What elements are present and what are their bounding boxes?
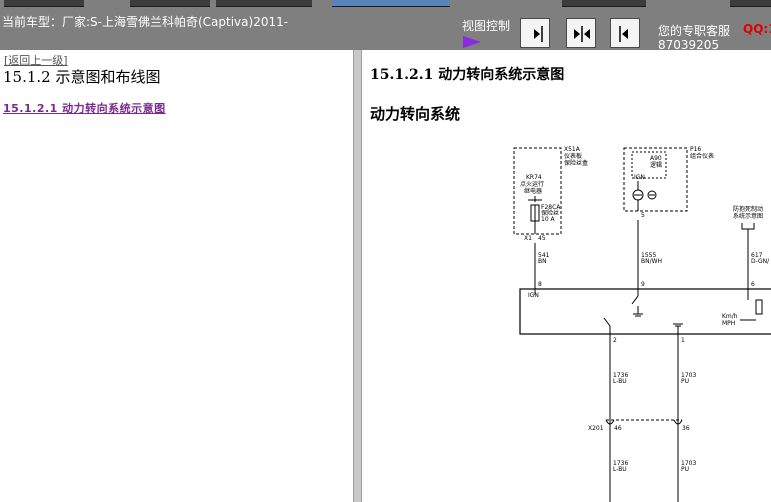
p16-code: P16	[690, 146, 701, 153]
p16-name: 组合仪表	[690, 152, 714, 160]
ign-label: IGN	[634, 174, 645, 181]
x1-pin: 45	[538, 235, 546, 242]
x51a-code: X51A	[564, 146, 581, 153]
module-pin-9: 9	[641, 281, 645, 288]
x201-pin-46: 46	[614, 425, 622, 432]
top-tab-active[interactable]	[332, 0, 450, 7]
section-title: 15.1.2 示意图和布线图	[3, 68, 161, 86]
wire-617-color: D-GN/	[751, 258, 770, 265]
split-center-icon	[574, 26, 590, 42]
kr74-code: KR74	[526, 174, 542, 181]
p16-pin: 5	[641, 212, 645, 219]
split-center-button[interactable]	[566, 18, 596, 48]
brake-label-2: 系统示意图	[733, 212, 763, 220]
wire-541-color: BN	[538, 258, 547, 265]
play-icon[interactable]	[463, 36, 481, 48]
module-pin-8: 8	[538, 281, 542, 288]
x51a-name-1: 仪表板	[564, 152, 582, 160]
wire-1703b-color: PU	[681, 466, 689, 473]
wire-1555-color: BN/WH	[641, 258, 662, 265]
content-pane: 15.1.2.1 动力转向系统示意图 动力转向系统 X51A 仪表板 保险丝盒 …	[362, 50, 771, 502]
speed-label-mph: MPH	[722, 320, 735, 327]
wire-1736-color: L-BU	[613, 378, 627, 385]
kr74-name-2: 继电器	[524, 187, 542, 195]
navigation-pane: [返回上一级] 15.1.2 示意图和布线图 15.1.2.1 动力转向系统示意…	[0, 50, 353, 502]
a90-code: A90	[650, 155, 662, 162]
qq-link[interactable]: QQ:1	[743, 22, 771, 36]
power-steering-module	[519, 288, 771, 335]
current-car-model: 当前车型：厂家:S-上海雪佛兰科帕奇(Captiva)2011-	[2, 15, 289, 29]
brake-label-1: 防抱死制动	[733, 205, 763, 213]
top-tab-2[interactable]	[130, 0, 210, 7]
top-tab-3[interactable]	[216, 0, 312, 7]
arrow-right-icon	[534, 26, 543, 42]
module-pin-6: 6	[751, 281, 755, 288]
wiring-diagram: X51A 仪表板 保险丝盒 KR74 点火运行 继电器 F28CA 保险丝 10…	[513, 146, 771, 502]
kr74-name-1: 点火运行	[520, 180, 544, 188]
a90-name: 逻辑	[650, 161, 662, 169]
diagram-link[interactable]: 15.1.2.1 动力转向系统示意图	[3, 100, 166, 116]
x201-label: X201	[588, 425, 604, 432]
expand-left-button[interactable]	[610, 18, 640, 48]
speed-label-kmh: Km/h	[722, 313, 738, 320]
pane-splitter[interactable]	[353, 50, 362, 502]
wire-1736b-color: L-BU	[613, 466, 627, 473]
view-control-label: 视图控制	[462, 19, 511, 33]
top-toolbar: 当前车型：厂家:S-上海雪佛兰科帕奇(Captiva)2011- 视图控制 您的…	[0, 0, 771, 52]
top-tab-6[interactable]	[730, 0, 771, 7]
wire-1703-color: PU	[681, 378, 689, 385]
fuse-rating: 10 A	[541, 216, 556, 223]
expand-right-button[interactable]	[520, 18, 550, 48]
x1-label: X1	[524, 235, 532, 242]
top-tab-5[interactable]	[562, 0, 646, 7]
pin-bottom-2: 2	[613, 337, 617, 344]
module-ign: IGN	[528, 292, 539, 299]
top-tab-1[interactable]	[4, 0, 84, 7]
pin-bottom-1: 1	[681, 337, 685, 344]
arrow-left-icon	[619, 26, 628, 42]
x201-pin-36: 36	[682, 425, 690, 432]
x51a-name-2: 保险丝盒	[564, 159, 588, 167]
service-label: 您的专职客服	[658, 24, 731, 38]
